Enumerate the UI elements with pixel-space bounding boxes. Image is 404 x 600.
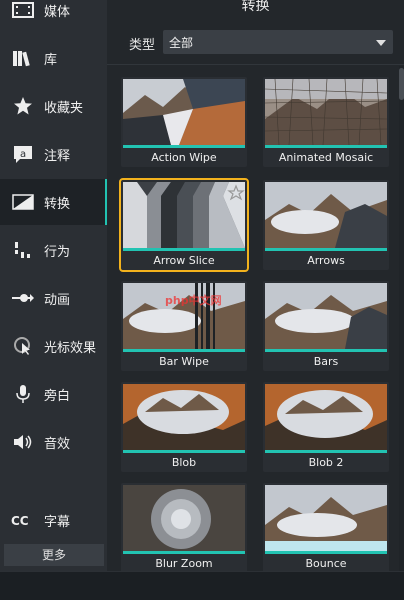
chevron-down-icon [376,40,386,46]
thumbnail [265,384,387,450]
accent-bar [265,349,387,352]
transition-tile-bounce[interactable]: Bounce [263,483,389,571]
tile-label: Arrows [307,254,345,267]
tile-label: Blob 2 [308,456,344,469]
sidebar-item-behaviors[interactable]: 行为 [0,227,107,273]
sidebar-item-animations[interactable]: 动画 [0,275,107,321]
vertical-scrollbar[interactable] [399,66,404,571]
tile-label: Blur Zoom [155,557,213,570]
tile-label: Action Wipe [151,151,217,164]
speaker-icon [11,431,35,453]
watermark: php中文网 [165,294,222,307]
sidebar-item-annotations[interactable]: a 注释 [0,131,107,177]
animation-icon [11,287,35,309]
sidebar: 媒体 库 收藏夹 a 注释 转换 行为 动画 光标效果 旁白 音效 CC 字幕 … [0,0,107,571]
accent-bar [123,450,245,453]
more-button[interactable]: 更多 [4,544,104,566]
behavior-icon [11,239,35,261]
accent-bar [265,551,387,554]
accent-bar [123,349,245,352]
sidebar-item-label: 注释 [44,148,71,164]
sidebar-item-cursor-effects[interactable]: 光标效果 [0,323,107,369]
panel-title: 转换 [241,0,270,14]
divider [107,64,404,65]
sidebar-item-transitions[interactable]: 转换 [0,179,107,225]
thumbnail [123,182,245,248]
tile-label: Bounce [305,557,347,570]
annotation-icon: a [11,143,35,165]
tile-label: Bars [313,355,339,368]
captions-icon: CC [11,509,35,531]
svg-text:a: a [20,149,26,160]
transitions-panel: 转换 类型 全部 Action Wipe Animated Mosaic Arr… [107,0,404,571]
sidebar-item-label: 光标效果 [44,340,97,356]
sidebar-item-label: 动画 [44,292,71,308]
bottom-strip [0,571,404,600]
cursor-effect-icon [11,335,35,357]
thumbnail [265,182,387,248]
tile-label: Arrow Slice [153,254,215,267]
film-icon [11,0,35,21]
microphone-icon [11,383,35,405]
sidebar-item-voice-narration[interactable]: 旁白 [0,371,107,417]
sidebar-item-favorites[interactable]: 收藏夹 [0,83,107,129]
thumbnail [265,283,387,349]
sidebar-item-label: 收藏夹 [44,100,84,116]
thumbnail [123,79,245,145]
sidebar-item-captions[interactable]: CC 字幕 [0,497,107,543]
accent-bar [123,145,245,148]
thumbnail [265,79,387,145]
filter-label: 类型 [129,38,156,53]
tile-label: Bar Wipe [159,355,209,368]
accent-bar [265,450,387,453]
sidebar-item-label: 行为 [44,244,71,260]
sidebar-item-label: 媒体 [44,4,71,20]
transition-tile-blob-2[interactable]: Blob 2 [263,382,389,472]
tile-label: Blob [171,456,197,469]
sidebar-item-label: 旁白 [44,388,71,404]
sidebar-item-media[interactable]: 媒体 [0,0,107,33]
transition-tile-arrow-slice[interactable]: Arrow Slice [119,178,249,272]
thumbnail [123,485,245,551]
sidebar-item-library[interactable]: 库 [0,35,107,81]
transition-tile-blur-zoom[interactable]: Blur Zoom [121,483,247,571]
tile-label: Animated Mosaic [278,151,374,164]
thumbnail [265,485,387,551]
transition-tile-arrows[interactable]: Arrows [263,180,389,270]
accent-bar [123,248,245,251]
accent-bar [265,248,387,251]
star-icon [11,95,35,117]
transition-tile-animated-mosaic[interactable]: Animated Mosaic [263,77,389,167]
scrollbar-thumb[interactable] [399,68,404,100]
filter-value: 全部 [169,36,194,50]
sidebar-item-label: 音效 [44,436,71,452]
transition-tile-action-wipe[interactable]: Action Wipe [121,77,247,167]
svg-text:CC: CC [11,514,29,527]
sidebar-item-label: 转换 [44,196,71,212]
accent-bar [123,551,245,554]
sidebar-item-label: 字幕 [44,514,71,530]
accent-bar [265,145,387,148]
transition-icon [11,191,35,213]
books-icon [11,47,35,69]
transition-tile-blob[interactable]: Blob [121,382,247,472]
transition-tile-bars[interactable]: Bars [263,281,389,371]
sidebar-item-label: 库 [44,52,58,68]
thumbnail [123,384,245,450]
type-filter-dropdown[interactable]: 全部 [163,30,393,54]
sidebar-item-audio-effects[interactable]: 音效 [0,419,107,465]
